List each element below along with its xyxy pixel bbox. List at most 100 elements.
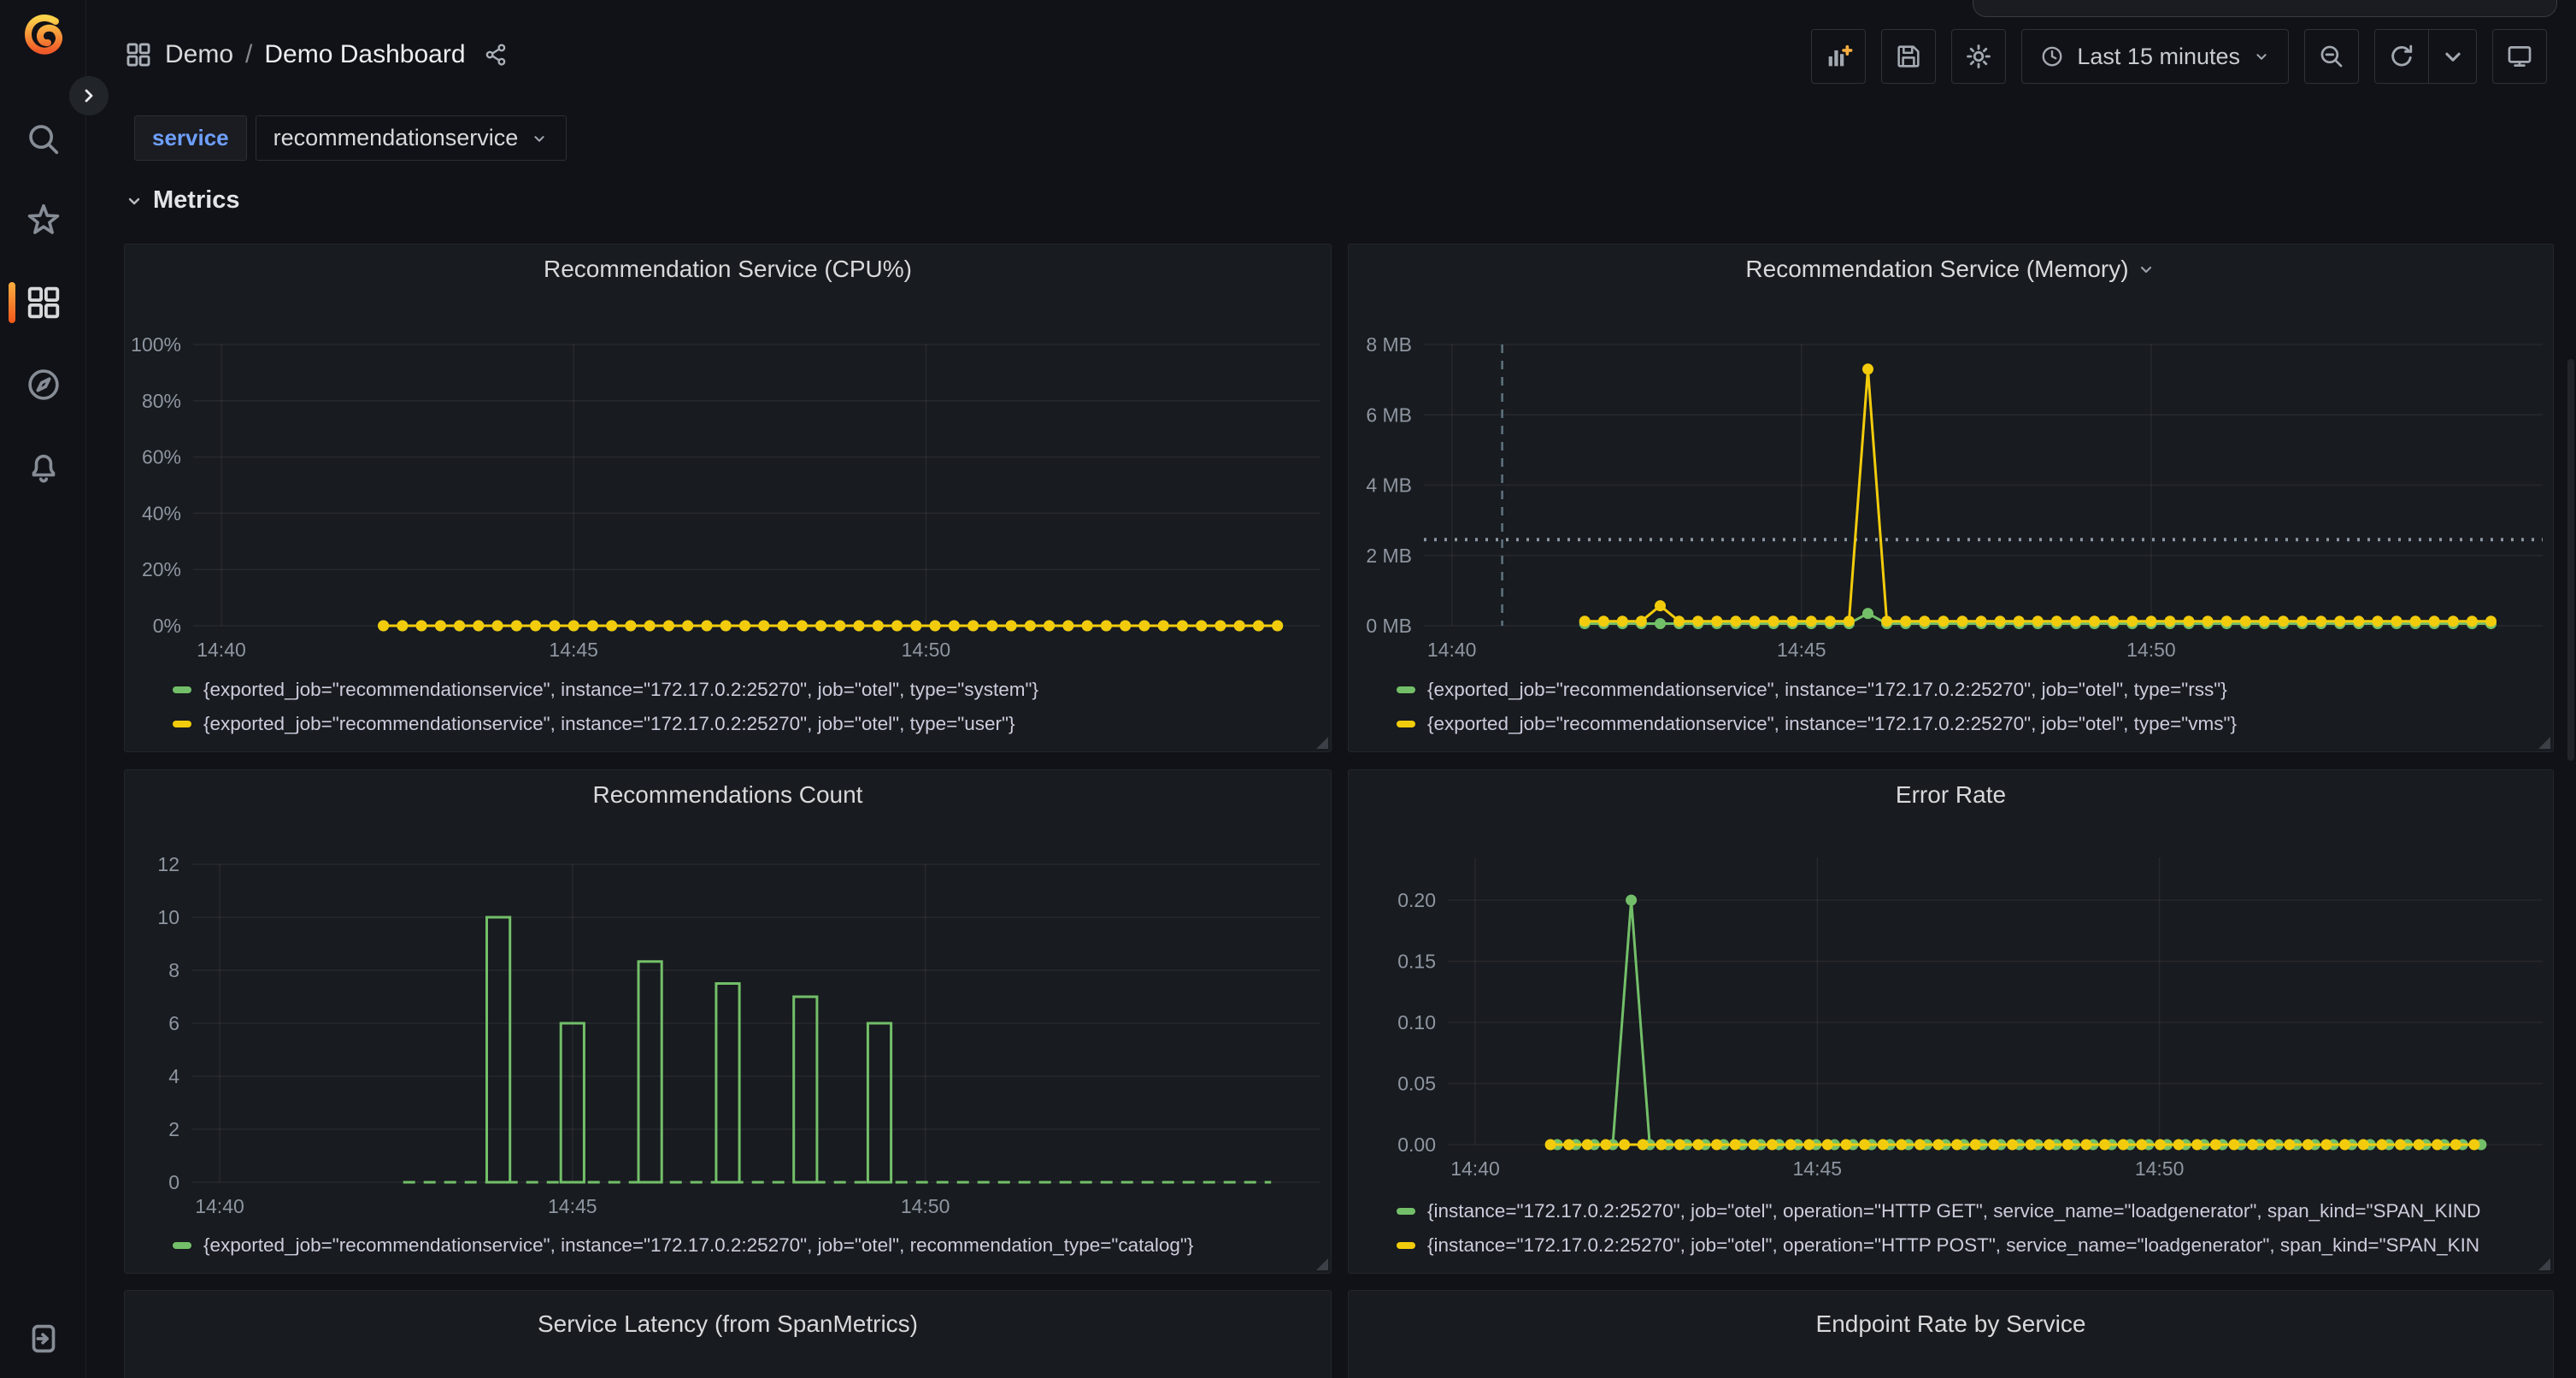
svg-text:14:45: 14:45 <box>1777 639 1826 661</box>
bar-chart-canvas-count[interactable]: 14:4014:4514:50024681012 <box>125 818 1332 1227</box>
starred-icon[interactable] <box>24 201 63 240</box>
panel-resize-handle[interactable] <box>2538 737 2550 749</box>
grafana-logo[interactable] <box>21 11 66 56</box>
panel-title-endpoint-rate[interactable]: Endpoint Rate by Service <box>1349 1299 2553 1349</box>
time-series-canvas-memory[interactable]: 14:40 14:45 14:50 0 MB 2 MB 4 MB 6 MB 8 MB <box>1349 292 2554 668</box>
svg-text:4 MB: 4 MB <box>1366 474 1412 497</box>
legend-item[interactable]: {exported_job="recommendationservice", i… <box>1397 707 2541 741</box>
breadcrumb-separator: / <box>245 40 252 69</box>
breadcrumb-page-title: Demo Dashboard <box>264 40 465 69</box>
breadcrumb-section[interactable]: Demo <box>165 40 233 69</box>
legend-label: {exported_job="recommendationservice", i… <box>203 713 1015 735</box>
share-icon[interactable] <box>483 42 509 68</box>
time-series-canvas-cpu[interactable]: 14:4014:4514:500%20%40%60%80%100% <box>125 292 1332 668</box>
legend-memory: {exported_job="recommendationservice", i… <box>1397 673 2541 741</box>
panel-title-recommendations-count[interactable]: Recommendations Count <box>125 770 1331 820</box>
sidebar <box>0 0 86 1378</box>
dashboards-grid-icon[interactable] <box>124 40 153 69</box>
panel-title-cpu[interactable]: Recommendation Service (CPU%) <box>125 244 1331 294</box>
svg-text:40%: 40% <box>142 502 181 524</box>
legend-cpu: {exported_job="recommendationservice", i… <box>173 673 1319 741</box>
add-panel-button[interactable] <box>1811 29 1866 84</box>
svg-text:12: 12 <box>157 853 179 875</box>
variable-value: recommendationservice <box>273 125 519 151</box>
legend-swatch <box>173 1242 191 1249</box>
svg-text:100%: 100% <box>131 333 181 356</box>
panel-endpoint-rate: Endpoint Rate by Service <box>1348 1290 2554 1378</box>
panel-recommendations-count: Recommendations Count 14:4014:4514:50024… <box>124 769 1332 1274</box>
panel-cpu: Recommendation Service (CPU%) 14:40 14:45… <box>124 244 1332 752</box>
legend-item[interactable]: {exported_job="recommendationservice", i… <box>173 673 1319 707</box>
panel-memory: Recommendation Service (Memory) 14:4014:… <box>1348 244 2554 752</box>
sidebar-expand-button[interactable] <box>69 76 109 115</box>
svg-text:6 MB: 6 MB <box>1366 403 1412 426</box>
search-icon[interactable] <box>24 120 63 159</box>
svg-text:14:40: 14:40 <box>197 639 246 661</box>
svg-text:14:45: 14:45 <box>548 1195 597 1217</box>
panel-title-memory[interactable]: Recommendation Service (Memory) <box>1349 244 2553 294</box>
svg-text:10: 10 <box>157 906 179 928</box>
legend-item[interactable]: {instance="172.17.0.2:25270", job="otel"… <box>1397 1228 2541 1263</box>
panel-title-error-rate[interactable]: Error Rate <box>1349 770 2553 820</box>
legend-swatch <box>173 721 191 727</box>
svg-text:14:40: 14:40 <box>195 1195 244 1217</box>
zoom-out-button[interactable] <box>2304 29 2359 84</box>
svg-text:14:50: 14:50 <box>2126 639 2176 661</box>
save-dashboard-button[interactable] <box>1881 29 1936 84</box>
legend-label: {exported_job="recommendationservice", i… <box>203 679 1038 701</box>
svg-text:2 MB: 2 MB <box>1366 545 1412 567</box>
legend-label: {exported_job="recommendationservice", i… <box>203 1234 1193 1257</box>
grafana-app: Demo / Demo Dashboard <box>0 0 2576 1378</box>
sign-in-icon[interactable] <box>24 1319 63 1358</box>
variable-label[interactable]: service <box>134 115 247 161</box>
active-nav-indicator <box>9 282 15 323</box>
legend-error-rate: {instance="172.17.0.2:25270", job="otel"… <box>1397 1194 2541 1263</box>
legend-swatch <box>1397 1242 1415 1249</box>
legend-item[interactable]: {exported_job="recommendationservice", i… <box>173 1228 1319 1263</box>
svg-text:0 MB: 0 MB <box>1366 615 1412 637</box>
dashboards-icon[interactable] <box>24 283 63 322</box>
legend-label: {exported_job="recommendationservice", i… <box>1427 713 2237 735</box>
refresh-button[interactable] <box>2374 29 2429 84</box>
panel-resize-handle[interactable] <box>2538 1258 2550 1270</box>
row-toggle-metrics[interactable]: Metrics <box>124 186 240 215</box>
variable-row: service recommendationservice <box>134 115 567 161</box>
time-series-canvas-error-rate[interactable]: 14:4014:4514:500.000.050.100.150.20 <box>1349 818 2554 1189</box>
refresh-interval-caret[interactable] <box>2429 29 2477 84</box>
svg-text:8: 8 <box>168 959 179 981</box>
svg-text:14:40: 14:40 <box>1450 1157 1500 1180</box>
dashboard-settings-button[interactable] <box>1951 29 2006 84</box>
legend-label: {instance="172.17.0.2:25270", job="otel"… <box>1427 1234 2479 1257</box>
legend-item[interactable]: {exported_job="recommendationservice", i… <box>173 707 1319 741</box>
breadcrumb: Demo / Demo Dashboard <box>124 31 509 79</box>
panel-error-rate: Error Rate 14:4014:4514:500.000.050.100.… <box>1348 769 2554 1274</box>
legend-count: {exported_job="recommendationservice", i… <box>173 1228 1319 1263</box>
panel-resize-handle[interactable] <box>1316 1258 1328 1270</box>
scrollbar-thumb[interactable] <box>2567 359 2574 761</box>
time-range-picker[interactable]: Last 15 minutes <box>2021 29 2289 84</box>
legend-label: {exported_job="recommendationservice", i… <box>1427 679 2227 701</box>
legend-item[interactable]: {exported_job="recommendationservice", i… <box>1397 673 2541 707</box>
svg-text:0.00: 0.00 <box>1397 1134 1436 1156</box>
svg-text:8 MB: 8 MB <box>1366 333 1412 356</box>
time-range-label: Last 15 minutes <box>2077 44 2240 70</box>
svg-text:14:50: 14:50 <box>2135 1157 2185 1180</box>
main-area: Demo / Demo Dashboard <box>86 0 2576 1378</box>
legend-swatch <box>1397 686 1415 693</box>
legend-label: {instance="172.17.0.2:25270", job="otel"… <box>1427 1200 2480 1222</box>
svg-text:14:40: 14:40 <box>1427 639 1477 661</box>
svg-text:0.05: 0.05 <box>1397 1073 1436 1095</box>
row-title: Metrics <box>153 186 240 215</box>
svg-text:14:45: 14:45 <box>549 639 598 661</box>
svg-text:0.10: 0.10 <box>1397 1011 1436 1034</box>
explore-compass-icon[interactable] <box>24 365 63 404</box>
panel-service-latency: Service Latency (from SpanMetrics) <box>124 1290 1332 1378</box>
svg-text:6: 6 <box>168 1012 179 1034</box>
legend-item[interactable]: {instance="172.17.0.2:25270", job="otel"… <box>1397 1194 2541 1228</box>
tv-mode-button[interactable] <box>2492 29 2547 84</box>
svg-text:80%: 80% <box>142 390 181 412</box>
panel-title-service-latency[interactable]: Service Latency (from SpanMetrics) <box>125 1299 1331 1349</box>
panel-resize-handle[interactable] <box>1316 737 1328 749</box>
alerting-bell-icon[interactable] <box>24 447 63 486</box>
variable-value-dropdown[interactable]: recommendationservice <box>256 115 568 161</box>
